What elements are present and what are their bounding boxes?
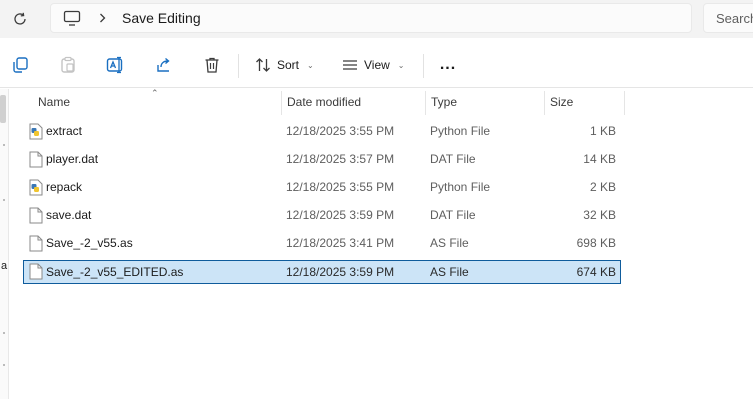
this-pc-icon — [63, 10, 81, 26]
address-toolbar: Save Editing Search — [0, 0, 753, 38]
copy-button[interactable] — [8, 53, 32, 77]
toolbar-divider — [423, 54, 424, 78]
copy-icon — [13, 57, 28, 73]
python-file-icon — [29, 123, 43, 140]
file-size: 14 KB — [583, 152, 616, 166]
rename-icon — [106, 56, 123, 74]
file-row[interactable]: extract 12/18/2025 3:55 PM Python File 1… — [23, 120, 621, 144]
share-button[interactable] — [152, 53, 176, 77]
file-type: Python File — [430, 124, 491, 138]
file-name: save.dat — [46, 208, 92, 222]
file-date-modified: 12/18/2025 3:57 PM — [286, 152, 395, 166]
column-header-date-modified[interactable]: Date modified — [281, 89, 425, 115]
column-header-size[interactable]: Size — [544, 89, 624, 115]
file-row[interactable]: Save_-2_v55.as 12/18/2025 3:41 PM AS Fil… — [23, 232, 621, 256]
sort-menu-button[interactable]: Sort ⌄ — [255, 53, 314, 77]
breadcrumb-current-folder[interactable]: Save Editing — [122, 10, 201, 26]
more-options-button[interactable]: ... — [436, 53, 460, 77]
nav-item-marker — [3, 199, 5, 201]
file-row-selected[interactable]: Save_-2_v55_EDITED.as 12/18/2025 3:59 PM… — [23, 260, 621, 284]
document-file-icon — [29, 235, 43, 252]
search-placeholder: Search — [716, 11, 753, 26]
view-menu-button[interactable]: View ⌄ — [342, 53, 405, 77]
toolbar-divider — [238, 54, 239, 78]
search-input[interactable]: Search — [703, 3, 753, 33]
file-name: player.dat — [46, 152, 99, 166]
file-name: extract — [46, 124, 83, 138]
nav-scrollbar-thumb[interactable] — [0, 95, 6, 123]
refresh-button[interactable] — [8, 7, 32, 31]
refresh-icon — [14, 12, 26, 25]
column-header-type[interactable]: Type — [425, 89, 545, 115]
file-name: Save_-2_v55.as — [46, 236, 133, 250]
view-list-icon — [343, 60, 357, 70]
more-options-icon: ... — [439, 56, 457, 73]
navigation-pane[interactable]: a — [0, 89, 9, 399]
document-file-icon — [29, 263, 43, 280]
share-icon — [157, 57, 170, 72]
rename-button[interactable] — [104, 53, 128, 77]
file-date-modified: 12/18/2025 3:55 PM — [286, 180, 395, 194]
file-row[interactable]: repack 12/18/2025 3:55 PM Python File 2 … — [23, 176, 621, 200]
file-name: repack — [46, 180, 83, 194]
file-type: AS File — [430, 265, 469, 279]
nav-item-marker — [3, 144, 5, 146]
file-type: Python File — [430, 180, 491, 194]
file-size: 32 KB — [583, 208, 616, 222]
file-date-modified: 12/18/2025 3:59 PM — [286, 265, 395, 279]
trash-icon — [205, 57, 219, 73]
file-row[interactable]: player.dat 12/18/2025 3:57 PM DAT File 1… — [23, 148, 621, 172]
chevron-down-icon: ⌄ — [307, 60, 314, 70]
file-size: 1 KB — [589, 124, 616, 138]
file-date-modified: 12/18/2025 3:41 PM — [286, 236, 395, 250]
nav-item-clipped-label: a — [1, 260, 8, 272]
document-file-icon — [29, 151, 43, 168]
file-row[interactable]: save.dat 12/18/2025 3:59 PM DAT File 32 … — [23, 204, 621, 228]
sort-icon — [256, 58, 270, 72]
chevron-right-icon — [97, 10, 107, 26]
paste-button[interactable] — [56, 53, 80, 77]
delete-button[interactable] — [200, 53, 224, 77]
view-label: View — [364, 58, 390, 72]
file-date-modified: 12/18/2025 3:59 PM — [286, 208, 395, 222]
file-size: 674 KB — [576, 265, 616, 279]
file-size: 698 KB — [576, 236, 616, 250]
document-file-icon — [29, 207, 43, 224]
column-header-name[interactable]: Name — [32, 89, 282, 115]
nav-item-marker — [3, 332, 5, 334]
file-list-header: Name Date modified Type Size — [9, 89, 753, 115]
python-file-icon — [29, 179, 43, 196]
file-type: DAT File — [430, 152, 476, 166]
address-bar[interactable]: Save Editing — [50, 3, 692, 33]
sort-label: Sort — [277, 58, 300, 72]
file-date-modified: 12/18/2025 3:55 PM — [286, 124, 395, 138]
chevron-down-icon: ⌄ — [397, 60, 405, 70]
column-divider[interactable] — [624, 91, 625, 115]
file-type: AS File — [430, 236, 469, 250]
nav-item-marker — [3, 364, 5, 366]
paste-icon — [61, 56, 75, 73]
file-name: Save_-2_v55_EDITED.as — [46, 265, 184, 279]
file-size: 2 KB — [589, 180, 616, 194]
file-type: DAT File — [430, 208, 476, 222]
command-bar: Sort ⌄ View ⌄ ... — [0, 42, 753, 88]
